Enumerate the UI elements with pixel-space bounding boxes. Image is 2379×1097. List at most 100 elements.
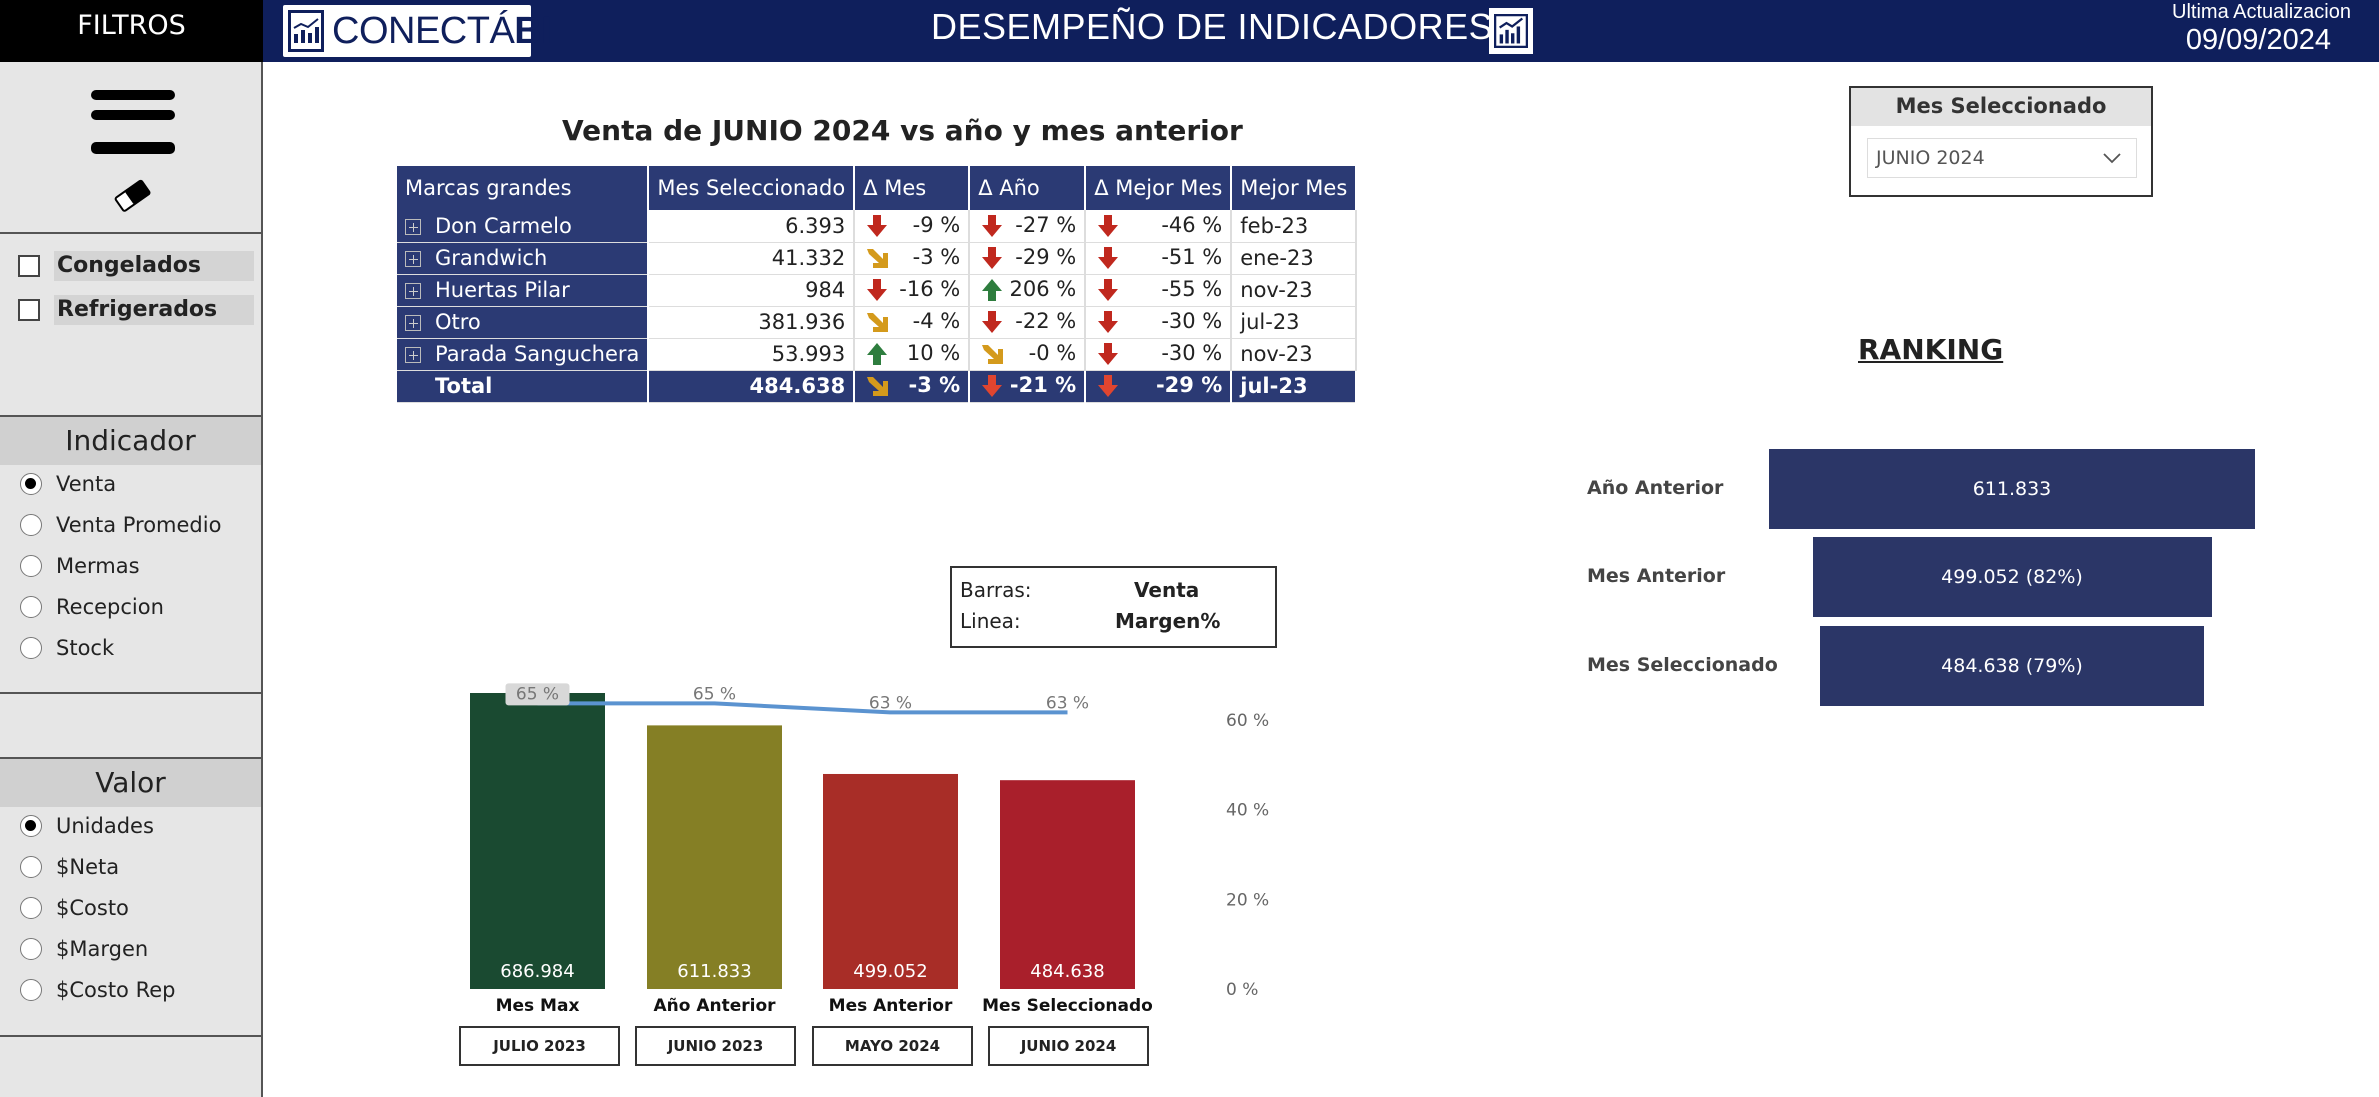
radio-icon[interactable] [20,979,42,1001]
radio-icon[interactable] [20,897,42,919]
ranking-bar[interactable]: 484.638 (79%) [1820,626,2204,706]
radio-label: $Costo Rep [56,978,176,1002]
checkbox-refrigerados[interactable]: Refrigerados [18,295,254,325]
mejor-mes-value: feb-23 [1240,213,1309,238]
ranking-bar[interactable]: 611.833 [1769,449,2255,529]
filter-sidebar: FILTROS Congelados Refrigerados Indicado… [0,0,263,1097]
col-header[interactable]: Mejor Mes [1231,166,1358,210]
month-button[interactable]: JULIO 2023 [459,1026,620,1066]
radio-icon[interactable] [20,514,42,536]
radio-icon[interactable] [20,637,42,659]
margin-line [537,701,1068,715]
legend-barras-value: Venta [1134,578,1200,602]
mes-cell: 53.993 [648,338,856,371]
mes-value: 484.638 [749,374,846,398]
ranking-bar[interactable]: 499.052 (82%) [1812,537,2212,617]
month-button[interactable]: MAYO 2024 [812,1026,973,1066]
radio-icon[interactable] [20,596,42,618]
brand-name: Huertas Pilar [435,278,570,302]
conectabi-logo: CONECTÁBI [283,5,552,57]
indicador-title: Indicador [0,417,261,465]
checkbox-congelados[interactable]: Congelados [18,251,254,281]
radio-costo-rep[interactable]: $Costo Rep [20,975,175,1005]
line-value-label: 65 % [516,684,559,704]
radio-costo[interactable]: $Costo [20,893,129,923]
checkbox-label: Congelados [54,251,254,281]
checkbox-box[interactable] [18,299,40,321]
line-value-label: 63 % [869,693,912,713]
y2-tick-label: 40 % [1226,801,1269,821]
update-date: 09/09/2024 [2185,24,2331,56]
radio-stock[interactable]: Stock [20,633,114,663]
ranking-label: Mes Seleccionado [1587,654,1778,676]
line-value-label: 65 % [693,684,736,704]
mejor-mes-value: nov-23 [1240,342,1313,366]
radio-selected-icon[interactable] [20,473,42,495]
delta-cell: -22 % [969,306,1087,339]
ranking-title: RANKING [1858,333,2004,366]
delta-value: -27 % [1015,212,1077,237]
delta-cell: -51 % [1085,242,1233,275]
brand-cell: Huertas Pilar [397,274,650,307]
table-total-row[interactable]: Total 484.638 -3 % -21 % -29 % jul-23 [397,370,1358,403]
eraser-icon[interactable] [112,178,152,216]
table-row[interactable]: Don Carmelo 6.393 -9 % -27 % -46 % feb-23 [397,210,1358,243]
table-row[interactable]: Grandwich 41.332 -3 % -29 % -51 % ene-23 [397,242,1358,275]
y2-tick-label: 60 % [1226,711,1269,731]
radio-icon[interactable] [20,555,42,577]
radio-venta-promedio[interactable]: Venta Promedio [20,510,221,540]
mejor-mes-value: nov-23 [1240,278,1313,302]
valor-title: Valor [0,759,261,807]
col-header[interactable]: Mes Seleccionado [648,166,856,210]
col-header[interactable]: Δ Mejor Mes [1085,166,1233,210]
bar-0 [470,693,605,989]
mes-dropdown-value: JUNIO 2024 [1876,147,1985,169]
col-header[interactable]: Δ Año [969,166,1087,210]
radio-mermas[interactable]: Mermas [20,551,140,581]
col-header[interactable]: Marcas grandes [397,166,650,210]
radio-label: Venta [56,472,117,496]
table-row[interactable]: Huertas Pilar 984 -16 % 206 % -55 % nov-23 [397,274,1358,307]
bar-value-label: 484.638 [1030,961,1104,982]
radio-venta[interactable]: Venta [20,469,116,499]
radio-icon[interactable] [20,938,42,960]
category-label: Mes Seleccionado [982,996,1153,1016]
radio-recepcion[interactable]: Recepcion [20,592,164,622]
mes-seleccionado-slicer: Mes Seleccionado JUNIO 2024 [1849,86,2153,197]
expand-icon[interactable] [405,251,421,267]
expand-icon[interactable] [405,315,421,331]
radio-label: Mermas [56,554,140,578]
delta-cell: -9 % [854,210,971,243]
line-value-label: 63 % [1046,693,1089,713]
radio-icon[interactable] [20,856,42,878]
bar-value-label: 686.984 [500,961,574,982]
bar-2 [823,773,958,989]
expand-icon[interactable] [405,283,421,299]
checkbox-box[interactable] [18,255,40,277]
mejor-mes-cell: ene-23 [1231,242,1358,275]
chevron-down-icon[interactable] [2102,139,2122,190]
y2-tick-label: 0 % [1226,980,1258,1000]
col-header[interactable]: Δ Mes [854,166,971,210]
mes-dropdown[interactable]: JUNIO 2024 [1867,138,2137,178]
radio-unidades[interactable]: Unidades [20,811,154,841]
delta-value: -29 % [1155,373,1223,397]
radio-selected-icon[interactable] [20,815,42,837]
month-button[interactable]: JUNIO 2024 [988,1026,1149,1066]
mes-cell: 484.638 [648,370,856,403]
delta-value: -9 % [912,212,961,237]
hamburger-menu-icon[interactable] [0,62,263,162]
table-row[interactable]: Otro 381.936 -4 % -22 % -30 % jul-23 [397,306,1358,339]
expand-icon[interactable] [405,218,421,235]
expand-icon[interactable] [405,347,421,363]
radio-margen[interactable]: $Margen [20,934,148,964]
mes-slicer-title: Mes Seleccionado [1851,88,2151,126]
update-label: Ultima Actualizacion [2172,1,2351,23]
mes-cell: 6.393 [648,210,856,243]
radio-neta[interactable]: $Neta [20,852,119,882]
analytics-icon[interactable] [1489,8,1533,54]
month-button[interactable]: JUNIO 2023 [635,1026,796,1066]
table-row[interactable]: Parada Sanguchera 53.993 10 % -0 % -30 % nov-… [397,338,1358,371]
brand-name: Grandwich [435,246,548,270]
mejor-mes-value: ene-23 [1240,246,1314,270]
